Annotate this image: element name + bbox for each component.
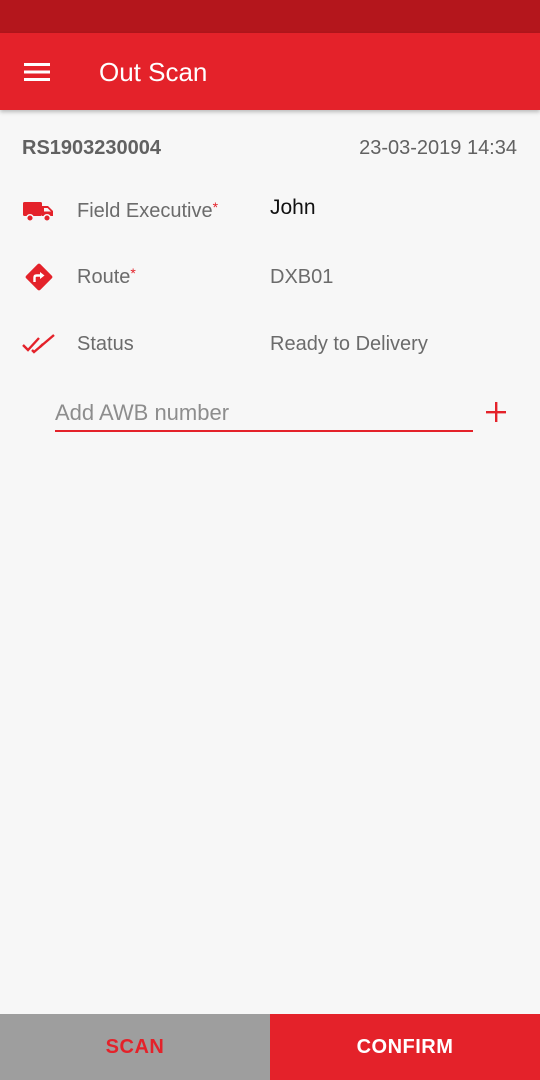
- scan-datetime: 23-03-2019 14:34: [359, 137, 517, 159]
- status-value: Ready to Delivery: [270, 333, 428, 355]
- truck-icon: [22, 196, 56, 226]
- field-executive-label: Field Executive*: [77, 198, 218, 224]
- menu-button[interactable]: [14, 51, 62, 93]
- hamburger-menu-icon: [24, 63, 50, 81]
- add-awb-button[interactable]: [480, 396, 512, 428]
- awb-number-input[interactable]: [55, 396, 473, 432]
- scan-button[interactable]: SCAN: [0, 1014, 270, 1080]
- route-turn-icon: [22, 262, 56, 292]
- route-label: Route*: [77, 264, 136, 290]
- page-title: Out Scan: [99, 57, 208, 87]
- double-check-icon: [22, 329, 56, 359]
- required-marker: *: [130, 265, 136, 281]
- required-marker: *: [212, 199, 219, 215]
- field-executive-value[interactable]: John: [270, 195, 316, 221]
- status-label: Status: [77, 333, 134, 355]
- reference-number: RS1903230004: [22, 137, 162, 159]
- confirm-button[interactable]: CONFIRM: [270, 1014, 540, 1080]
- route-value[interactable]: DXB01: [270, 264, 333, 290]
- field-executive-label-text: Field Executive: [77, 200, 213, 222]
- bottom-action-bar: SCAN CONFIRM: [0, 1014, 540, 1080]
- route-label-text: Route: [77, 266, 131, 288]
- status-bar: [0, 0, 540, 33]
- plus-icon: [486, 402, 506, 422]
- app-bar: Out Scan: [0, 33, 540, 110]
